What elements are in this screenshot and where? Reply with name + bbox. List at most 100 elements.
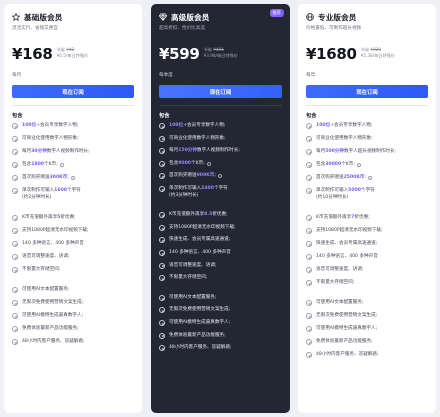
feature-item: 可商业化使用数字人物形象; (306, 136, 428, 142)
plan-name: 高级版会员 (171, 12, 210, 22)
feature-text: 48小时内客户服务、答疑解惑; (316, 352, 379, 358)
check-circle-icon (306, 352, 312, 358)
feature-pre: 首次购买赠送 (22, 175, 50, 180)
billing-period: 每季度 (159, 73, 173, 78)
feature-pre: 无限次免费使用营销文案生成; (22, 300, 84, 305)
feature-post: 个字符 (66, 188, 81, 193)
info-icon[interactable] (206, 161, 211, 166)
feature-hl: 150分钟 (178, 148, 197, 154)
feature-text: 免费体验最新产品功能服务; (22, 326, 79, 332)
feature-post: 折优惠; (354, 215, 370, 220)
divider (159, 105, 282, 106)
check-circle-icon (159, 148, 165, 155)
plan-name: 专业版会员 (318, 12, 357, 22)
info-icon[interactable] (356, 163, 361, 167)
daily-price: ¥0.5/每日特殊价 (56, 53, 89, 58)
feature-text: 单次制作可输入2400个字符 (169, 186, 228, 192)
feature-text: 100位+会员专享数字人物; (316, 123, 372, 129)
subscribe-button[interactable]: 现在订阅 (306, 85, 428, 98)
check-circle-icon (159, 294, 165, 301)
billing-period: 每年 (306, 73, 316, 78)
feature-text: 语音可调整速度、语调; (22, 254, 70, 260)
info-icon[interactable] (368, 176, 373, 180)
feature-item: 可使用AI模特生成逼真数字人; (306, 326, 428, 332)
feature-text: 免费体验最新产品功能服务; (316, 339, 373, 345)
check-circle-icon (306, 254, 312, 260)
feature-pre: 包含 (169, 160, 179, 166)
feature-pre: 48小时内客户服务、答疑解惑; (169, 345, 232, 351)
feature-hl: 5000 (348, 188, 361, 193)
feature-text: 可使用AI文本配置服务; (169, 295, 216, 301)
check-circle-icon (12, 188, 18, 194)
feature-item: 100位+会员专享数字人物; (12, 123, 134, 129)
info-icon[interactable] (217, 174, 222, 179)
feature-text: 包含1800个K币; (22, 162, 58, 168)
feature-item: 免费体验最新产品功能服务; (159, 332, 282, 339)
feature-text: 支持1080P超清无水印视频下载; (22, 228, 89, 234)
feature-hl: 500分钟 (325, 149, 344, 154)
feature-item: 可使用AI文本配置服务; (12, 287, 134, 293)
feature-item: 可使用AI文本配置服务; (159, 294, 282, 301)
feature-item: 不限量大存储空间; (12, 267, 134, 273)
feature-text: 语音可调整速度、语调; (169, 263, 217, 269)
feature-text: 不限量大存储空间; (22, 267, 60, 273)
feature-item: 首次购买赠送900K币; (159, 173, 282, 180)
check-circle-icon (12, 136, 18, 142)
feature-list: 100位+会员专享数字人物; 可商业化使用数字人物形象; 每月30分钟数字人视频制作… (12, 123, 134, 345)
feature-pre: 支持1080P超清无水印视频下载; (169, 224, 236, 230)
feature-text: 每月500分钟数字人超长视频制作时长; (316, 149, 396, 155)
feature-item: 单次制作可输入1600个字符 (12, 188, 134, 194)
feature-text: 可使用AI文本配置服务; (22, 287, 69, 293)
subscribe-button[interactable]: 现在订阅 (159, 85, 282, 98)
check-circle-icon (159, 345, 165, 352)
check-circle-icon (159, 237, 165, 244)
feature-text: 无限次免费使用营销文案生成; (22, 300, 83, 306)
feature-pre: 快速生成、会员专属高速通道; (169, 237, 231, 243)
feature-pre: 无限次免费使用营销文案生成; (316, 313, 378, 318)
check-circle-icon (12, 175, 18, 181)
recommended-badge: 推荐 (269, 9, 284, 17)
feature-item: 可使用AI模特生成逼真数字人; (12, 313, 134, 319)
feature-item: 快速生成、会员专属高速通道; (159, 237, 282, 244)
check-circle-icon (12, 326, 18, 332)
feature-hl: 100位 (316, 123, 331, 128)
check-circle-icon (306, 313, 312, 319)
feature-pre: 每月 (169, 148, 179, 154)
feature-text: 无限次免费使用营销文案生成; (169, 307, 230, 313)
check-circle-icon (306, 300, 312, 306)
feature-pre: 可使用AI文本配置服务; (169, 294, 217, 300)
divider (306, 105, 428, 106)
check-circle-icon (159, 249, 165, 256)
feature-item: 48小时内客户服务、答疑解惑; (12, 339, 134, 345)
feature-list: 100位+会员专享数字人物; 可商业化使用数字人物形象; 每月150分钟数字人视频制… (159, 123, 282, 352)
feature-item: 免费体验最新产品功能服务; (12, 326, 134, 332)
subscribe-button[interactable]: 现在订阅 (12, 85, 134, 98)
daily-price: ¥3.98/每日特殊价 (203, 53, 238, 58)
feature-hl: 30分钟 (31, 149, 47, 154)
billing-period: 每月 (12, 73, 22, 78)
feature-item: 每月150分钟数字人视频制作时长; (159, 148, 282, 155)
check-circle-icon (159, 224, 165, 231)
feature-item: 无限次免费使用营销文案生成; (306, 313, 428, 319)
check-circle-icon (306, 339, 312, 345)
feature-subnote: (约10分钟时长) (306, 195, 428, 201)
feature-sub: (约10分钟时长) (316, 195, 349, 200)
check-circle-icon (306, 326, 312, 332)
check-circle-icon (12, 300, 18, 306)
check-circle-icon (12, 149, 18, 155)
feature-pre: 每月 (22, 149, 32, 154)
feature-item: 单次制作可输入2400个字符 (159, 185, 282, 192)
check-circle-icon (306, 267, 312, 273)
feature-text: K币充值额外再享8.5折优惠; (169, 212, 228, 218)
check-circle-icon (306, 149, 312, 155)
feature-pre: 支持1080P超清无水印视频下载; (22, 228, 89, 233)
feature-subnote: (约2分钟时长) (12, 195, 134, 201)
info-icon[interactable] (59, 163, 64, 167)
feature-pre: 可使用AI文本配置服务; (316, 300, 364, 305)
feature-hl: 9000 (178, 160, 191, 166)
info-icon[interactable] (70, 176, 75, 180)
plan-header: 专业版会员 (306, 11, 428, 23)
globe-icon (306, 13, 314, 21)
feature-list: 100位+会员专享数字人物; 可商业化使用数字人物形象; 每月500分钟数字人超长视… (306, 123, 428, 358)
check-circle-icon (159, 319, 165, 326)
